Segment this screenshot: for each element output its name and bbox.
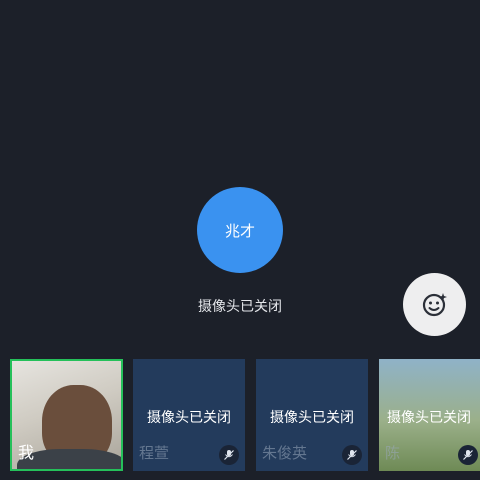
camera-off-label: 摄像头已关闭	[387, 410, 471, 426]
participant-name: 朱俊英	[262, 444, 308, 462]
participant-strip[interactable]: 我 摄像头已关闭 程萱 摄像头已关闭 朱俊英 摄像头已关闭 陈	[0, 359, 480, 471]
participant-tile[interactable]: 摄像头已关闭 朱俊英	[256, 359, 368, 471]
participant-tile-self[interactable]: 我	[10, 359, 123, 471]
main-participant-avatar: 兆才	[197, 187, 283, 273]
participant-name: 陈	[385, 444, 401, 462]
participant-name: 我	[18, 443, 35, 462]
avatar-text: 兆才	[224, 221, 255, 240]
mic-muted-icon	[219, 445, 239, 465]
mic-muted-icon	[342, 445, 362, 465]
mic-muted-icon	[458, 445, 478, 465]
smiley-icon	[422, 292, 447, 316]
camera-off-label: 摄像头已关闭	[270, 410, 354, 426]
participant-name: 程萱	[139, 444, 170, 462]
participant-tile[interactable]: 摄像头已关闭 程萱	[133, 359, 245, 471]
emoji-reaction-button[interactable]	[403, 273, 466, 336]
participant-tile[interactable]: 摄像头已关闭 陈	[379, 359, 480, 471]
camera-off-label: 摄像头已关闭	[147, 410, 231, 426]
